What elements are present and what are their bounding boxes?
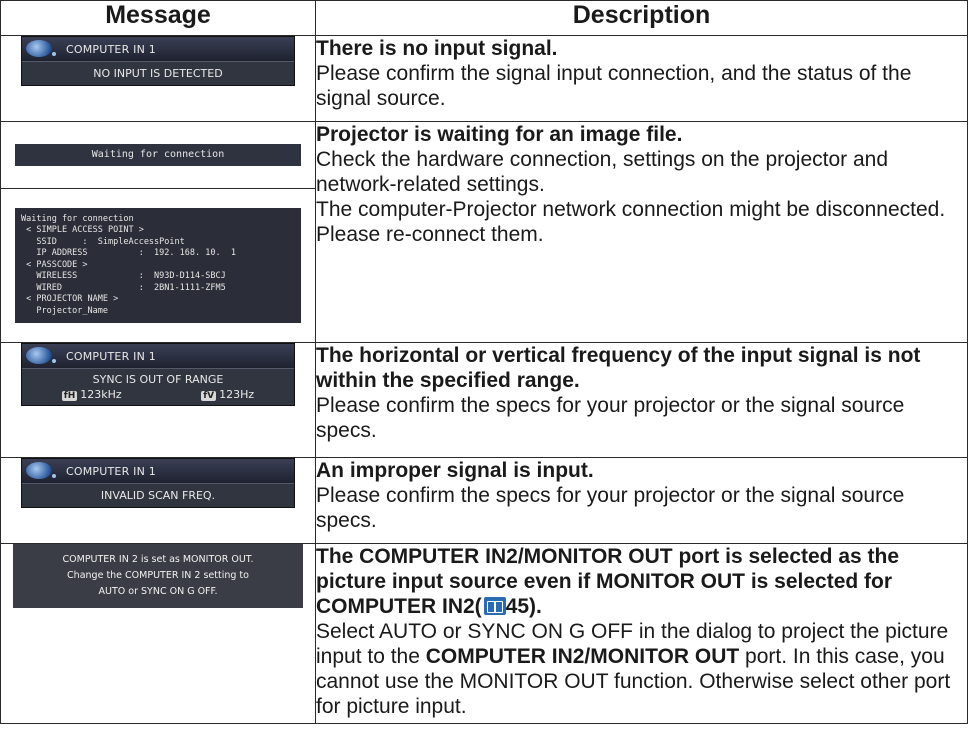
panel-line: SSID : SimpleAccessPoint [21,236,185,247]
osd-message: NO INPUT IS DETECTED [22,61,294,85]
description-cell: There is no input signal. Please confirm… [315,35,968,122]
input-source-icon [22,345,62,367]
table-row: COMPUTER IN 1 NO INPUT IS DETECTED There… [0,35,968,122]
table-row: Waiting for connection Waiting for conne… [0,121,968,343]
page-reference: 45 [505,595,530,618]
description-title: There is no input signal. [316,37,558,60]
table-row: COMPUTER IN 2 is set as MONITOR OUT. Cha… [0,543,968,724]
description-cell: The horizontal or vertical frequency of … [315,342,968,458]
waiting-bar: Waiting for connection [15,144,301,166]
description-body: Please confirm the signal input connecti… [316,62,912,110]
title-part-b: ). [529,595,542,618]
osd-header: COMPUTER IN 1 [22,344,294,368]
waiting-panel: Waiting for connection < SIMPLE ACCESS P… [15,207,301,324]
osd-header: COMPUTER IN 1 [22,459,294,483]
message-cell: COMPUTER IN 1 INVALID SCAN FREQ. [0,457,316,544]
wait-panel-wrap: Waiting for connection < SIMPLE ACCESS P… [1,189,315,342]
osd-source-label: COMPUTER IN 1 [66,464,156,478]
input-source-icon [22,460,62,482]
description-body: Check the hardware connection, settings … [316,148,889,196]
body-bold: COMPUTER IN2/MONITOR OUT [425,645,740,668]
header-row: Message Description [0,0,968,36]
osd-message: INVALID SCAN FREQ. [22,483,294,507]
panel-line: < PASSCODE > [21,259,88,270]
description-body: Please confirm the specs for your projec… [316,484,905,532]
osd-panel: COMPUTER IN 1 INVALID SCAN FREQ. [21,458,295,508]
description-title: An improper signal is input. [316,459,594,482]
vertical-frequency: fV 123Hz [201,388,254,401]
fv-icon: fV [201,391,217,401]
table-row: COMPUTER IN 1 SYNC IS OUT OF RANGE fH 123… [0,342,968,458]
panel-line: < PROJECTOR NAME > [21,294,119,305]
osd-message: SYNC IS OUT OF RANGE [22,368,294,388]
horizontal-frequency: fH 123kHz [61,388,122,401]
description-body: Select AUTO or SYNC ON G OFF in the dial… [316,619,967,719]
description-column-header: Description [315,0,968,36]
panel-line: IP ADDRESS : 192. 168. 10. 1 [21,248,236,259]
monitor-out-dialog: COMPUTER IN 2 is set as MONITOR OUT. Cha… [13,544,303,608]
message-cell: COMPUTER IN 1 NO INPUT IS DETECTED [0,35,316,122]
message-cell: COMPUTER IN 2 is set as MONITOR OUT. Cha… [0,543,316,724]
fh-icon: fH [61,391,78,401]
fv-value: 123Hz [219,388,255,401]
message-cell: Waiting for connection Waiting for conne… [0,121,316,343]
panel-line: < SIMPLE ACCESS POINT > [21,225,144,236]
message-cell: COMPUTER IN 1 SYNC IS OUT OF RANGE fH 123… [0,342,316,458]
osd-source-label: COMPUTER IN 1 [66,42,156,56]
description-title: Projector is waiting for an image file. [316,123,683,146]
osd-panel: COMPUTER IN 1 SYNC IS OUT OF RANGE fH 123… [21,343,295,406]
osd-header: COMPUTER IN 1 [22,37,294,61]
description-cell: An improper signal is input. Please conf… [315,457,968,544]
title-part-a: The COMPUTER IN2/MONITOR OUT port is sel… [316,545,900,618]
description-title: The horizontal or vertical frequency of … [316,344,921,392]
panel-line: Waiting for connection [21,213,134,224]
dialog-line: Change the COMPUTER IN 2 setting to [67,570,249,581]
panel-line: Projector_Name [21,305,108,316]
message-table: Message Description COMPUTER IN 1 NO INP… [0,0,968,724]
table-row: COMPUTER IN 1 INVALID SCAN FREQ. An impr… [0,457,968,544]
description-body-2: The computer-Projector network connectio… [316,198,946,246]
description-cell: The COMPUTER IN2/MONITOR OUT port is sel… [315,543,968,724]
fh-value: 123kHz [80,388,122,401]
input-source-icon [22,38,62,60]
description-body: Please confirm the specs for your projec… [316,394,905,442]
dialog-line: COMPUTER IN 2 is set as MONITOR OUT. [62,554,254,565]
message-column-header: Message [0,0,316,36]
wait-bar-wrap: Waiting for connection [1,122,315,189]
description-title: The COMPUTER IN2/MONITOR OUT port is sel… [316,544,967,619]
description-cell: Projector is waiting for an image file. … [315,121,968,343]
dialog-line: AUTO or SYNC ON G OFF. [98,586,218,597]
book-reference-icon [483,597,506,615]
panel-line: WIRED : 2BN1-1111-ZFM5 [21,282,226,293]
panel-line: WIRELESS : N93D-D114-SBCJ [21,271,226,282]
osd-source-label: COMPUTER IN 1 [66,349,156,363]
osd-panel: COMPUTER IN 1 NO INPUT IS DETECTED [21,36,295,86]
osd-frequency-row: fH 123kHz fV 123Hz [22,388,294,405]
